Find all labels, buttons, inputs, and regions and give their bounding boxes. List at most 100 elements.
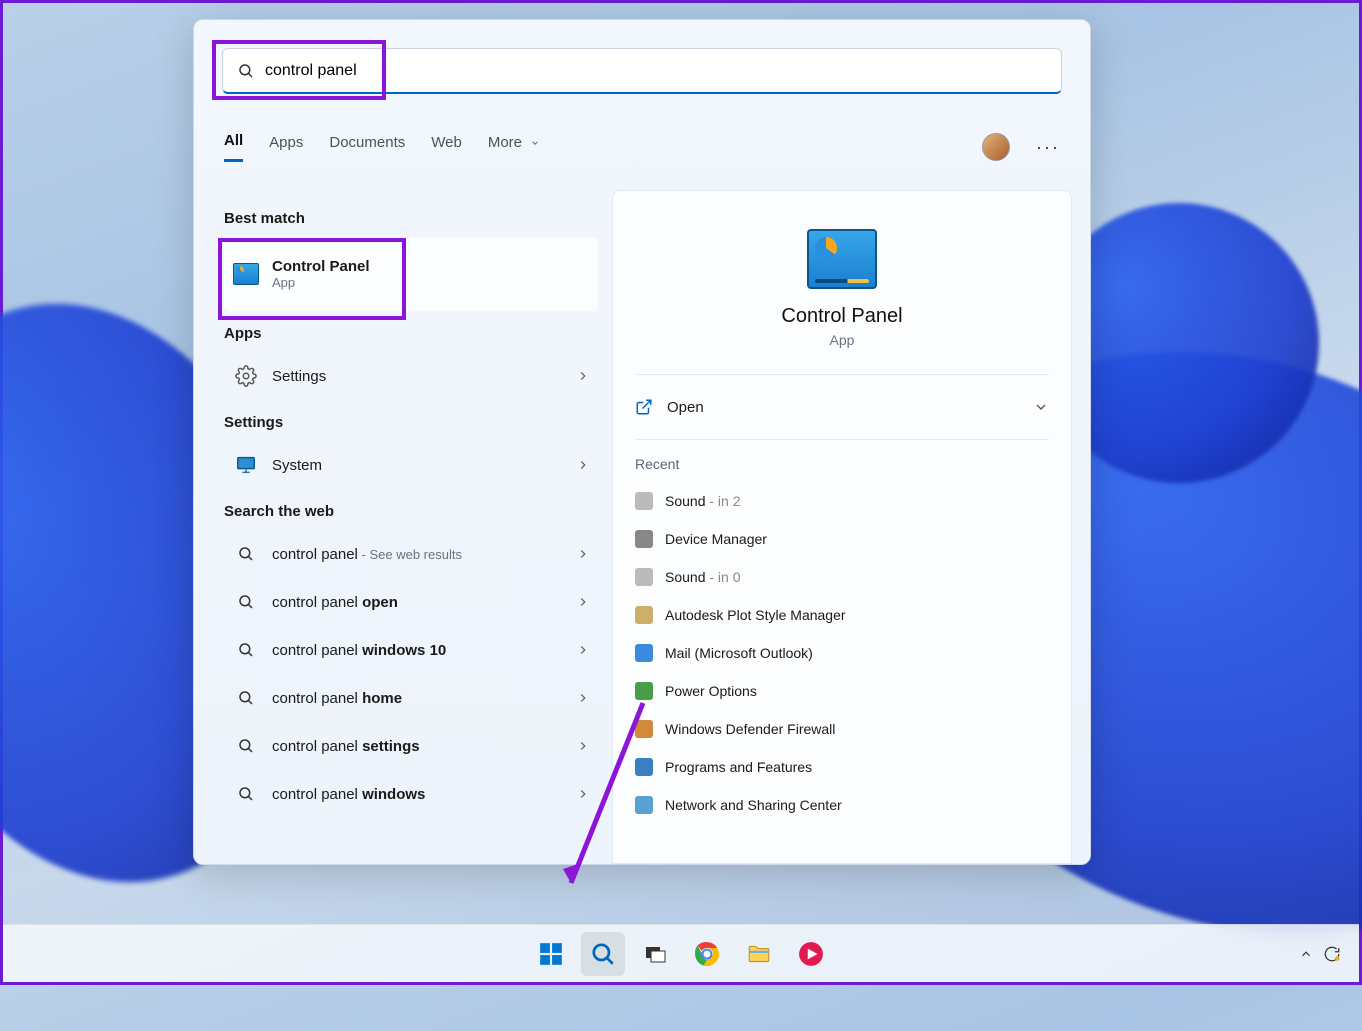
tab-apps[interactable]: Apps [269,134,303,161]
recent-item-icon [635,796,653,814]
user-avatar[interactable] [982,133,1010,161]
taskbar-search-button[interactable] [581,932,625,976]
search-icon [237,785,255,803]
results-left-column: Best match Control Panel App Apps Settin… [224,196,598,818]
preview-subtitle: App [635,332,1049,348]
section-heading-apps: Apps [224,325,598,342]
tab-documents[interactable]: Documents [329,134,405,161]
result-setting-system[interactable]: System [224,441,598,489]
search-icon [237,689,255,707]
recent-item-label: Mail (Microsoft Outlook) [665,645,813,661]
taskbar-app-generic[interactable] [789,932,833,976]
recent-item-icon [635,720,653,738]
chevron-right-icon [576,739,590,753]
result-app-settings[interactable]: Settings [224,352,598,400]
web-result-label: control panel windows [272,786,425,803]
recent-heading: Recent [635,456,1049,472]
taskbar-app-chrome[interactable] [685,932,729,976]
recent-item[interactable]: Autodesk Plot Style Manager [635,596,1049,634]
best-match-title: Control Panel [272,258,370,275]
chevron-right-icon [576,458,590,472]
chevron-right-icon [576,787,590,801]
open-label: Open [667,399,704,416]
recent-item-label: Power Options [665,683,757,699]
recent-item-label: Windows Defender Firewall [665,721,835,737]
recent-item-label: Sound - in 0 [665,569,741,585]
best-match-subtitle: App [272,275,370,290]
sync-icon [1323,945,1341,963]
search-filter-tabs: All Apps Documents Web More ··· [224,124,1060,170]
recent-item-icon [635,758,653,776]
web-result[interactable]: control panel windows 10 [224,626,598,674]
tab-web[interactable]: Web [431,134,462,161]
web-result-label: control panel settings [272,738,420,755]
search-icon [237,593,255,611]
task-view-button[interactable] [633,932,677,976]
best-match-result[interactable]: Control Panel App [224,237,598,311]
gear-icon [235,365,257,387]
open-action[interactable]: Open [635,375,1049,439]
tab-more[interactable]: More [488,134,540,161]
chrome-icon [694,941,720,967]
chevron-right-icon [576,547,590,561]
search-icon [590,941,616,967]
start-search-panel: All Apps Documents Web More ··· Best mat… [193,19,1091,865]
chevron-right-icon [576,643,590,657]
web-result-label: control panel open [272,594,398,611]
search-input[interactable] [265,62,1047,80]
recent-item-icon [635,682,653,700]
search-icon [237,62,255,80]
recent-item-label: Programs and Features [665,759,812,775]
system-tray[interactable] [1299,945,1341,963]
monitor-icon [235,454,257,476]
taskbar-app-explorer[interactable] [737,932,781,976]
chevron-right-icon [576,691,590,705]
web-result[interactable]: control panel - See web results [224,530,598,578]
search-icon [237,545,255,563]
tab-all[interactable]: All [224,132,243,162]
recent-item-label: Network and Sharing Center [665,797,842,813]
section-heading-best-match: Best match [224,210,598,227]
web-result[interactable]: control panel open [224,578,598,626]
more-options-button[interactable]: ··· [1036,137,1060,158]
recent-item-icon [635,568,653,586]
start-button[interactable] [529,932,573,976]
task-view-icon [643,942,667,966]
recent-item-label: Autodesk Plot Style Manager [665,607,846,623]
chevron-right-icon [576,595,590,609]
search-icon [237,641,255,659]
app-icon [798,941,824,967]
recent-item[interactable]: Power Options [635,672,1049,710]
chevron-down-icon[interactable] [1033,399,1049,415]
recent-item[interactable]: Sound - in 2 [635,482,1049,520]
recent-item-icon [635,530,653,548]
web-result-label: control panel home [272,690,402,707]
recent-item[interactable]: Device Manager [635,520,1049,558]
recent-item[interactable]: Mail (Microsoft Outlook) [635,634,1049,672]
web-result-label: control panel - See web results [272,546,462,563]
web-result[interactable]: control panel home [224,674,598,722]
result-label: Settings [272,368,326,385]
preview-title: Control Panel [635,305,1049,328]
control-panel-icon [233,263,259,285]
recent-item[interactable]: Sound - in 0 [635,558,1049,596]
recent-item[interactable]: Windows Defender Firewall [635,710,1049,748]
search-bar[interactable] [222,48,1062,94]
web-result[interactable]: control panel windows [224,770,598,818]
section-heading-web: Search the web [224,503,598,520]
result-label: System [272,457,322,474]
recent-item[interactable]: Network and Sharing Center [635,786,1049,824]
chevron-up-icon [1299,947,1313,961]
section-heading-settings: Settings [224,414,598,431]
recent-item-icon [635,606,653,624]
chevron-right-icon [576,369,590,383]
control-panel-large-icon [807,229,877,289]
result-preview-pane: Control Panel App Open Recent Sound - in… [612,190,1072,864]
recent-item-label: Device Manager [665,531,767,547]
web-result[interactable]: control panel settings [224,722,598,770]
recent-item-icon [635,644,653,662]
recent-item[interactable]: Programs and Features [635,748,1049,786]
windows-logo-icon [538,941,564,967]
folder-icon [746,941,772,967]
search-icon [237,737,255,755]
